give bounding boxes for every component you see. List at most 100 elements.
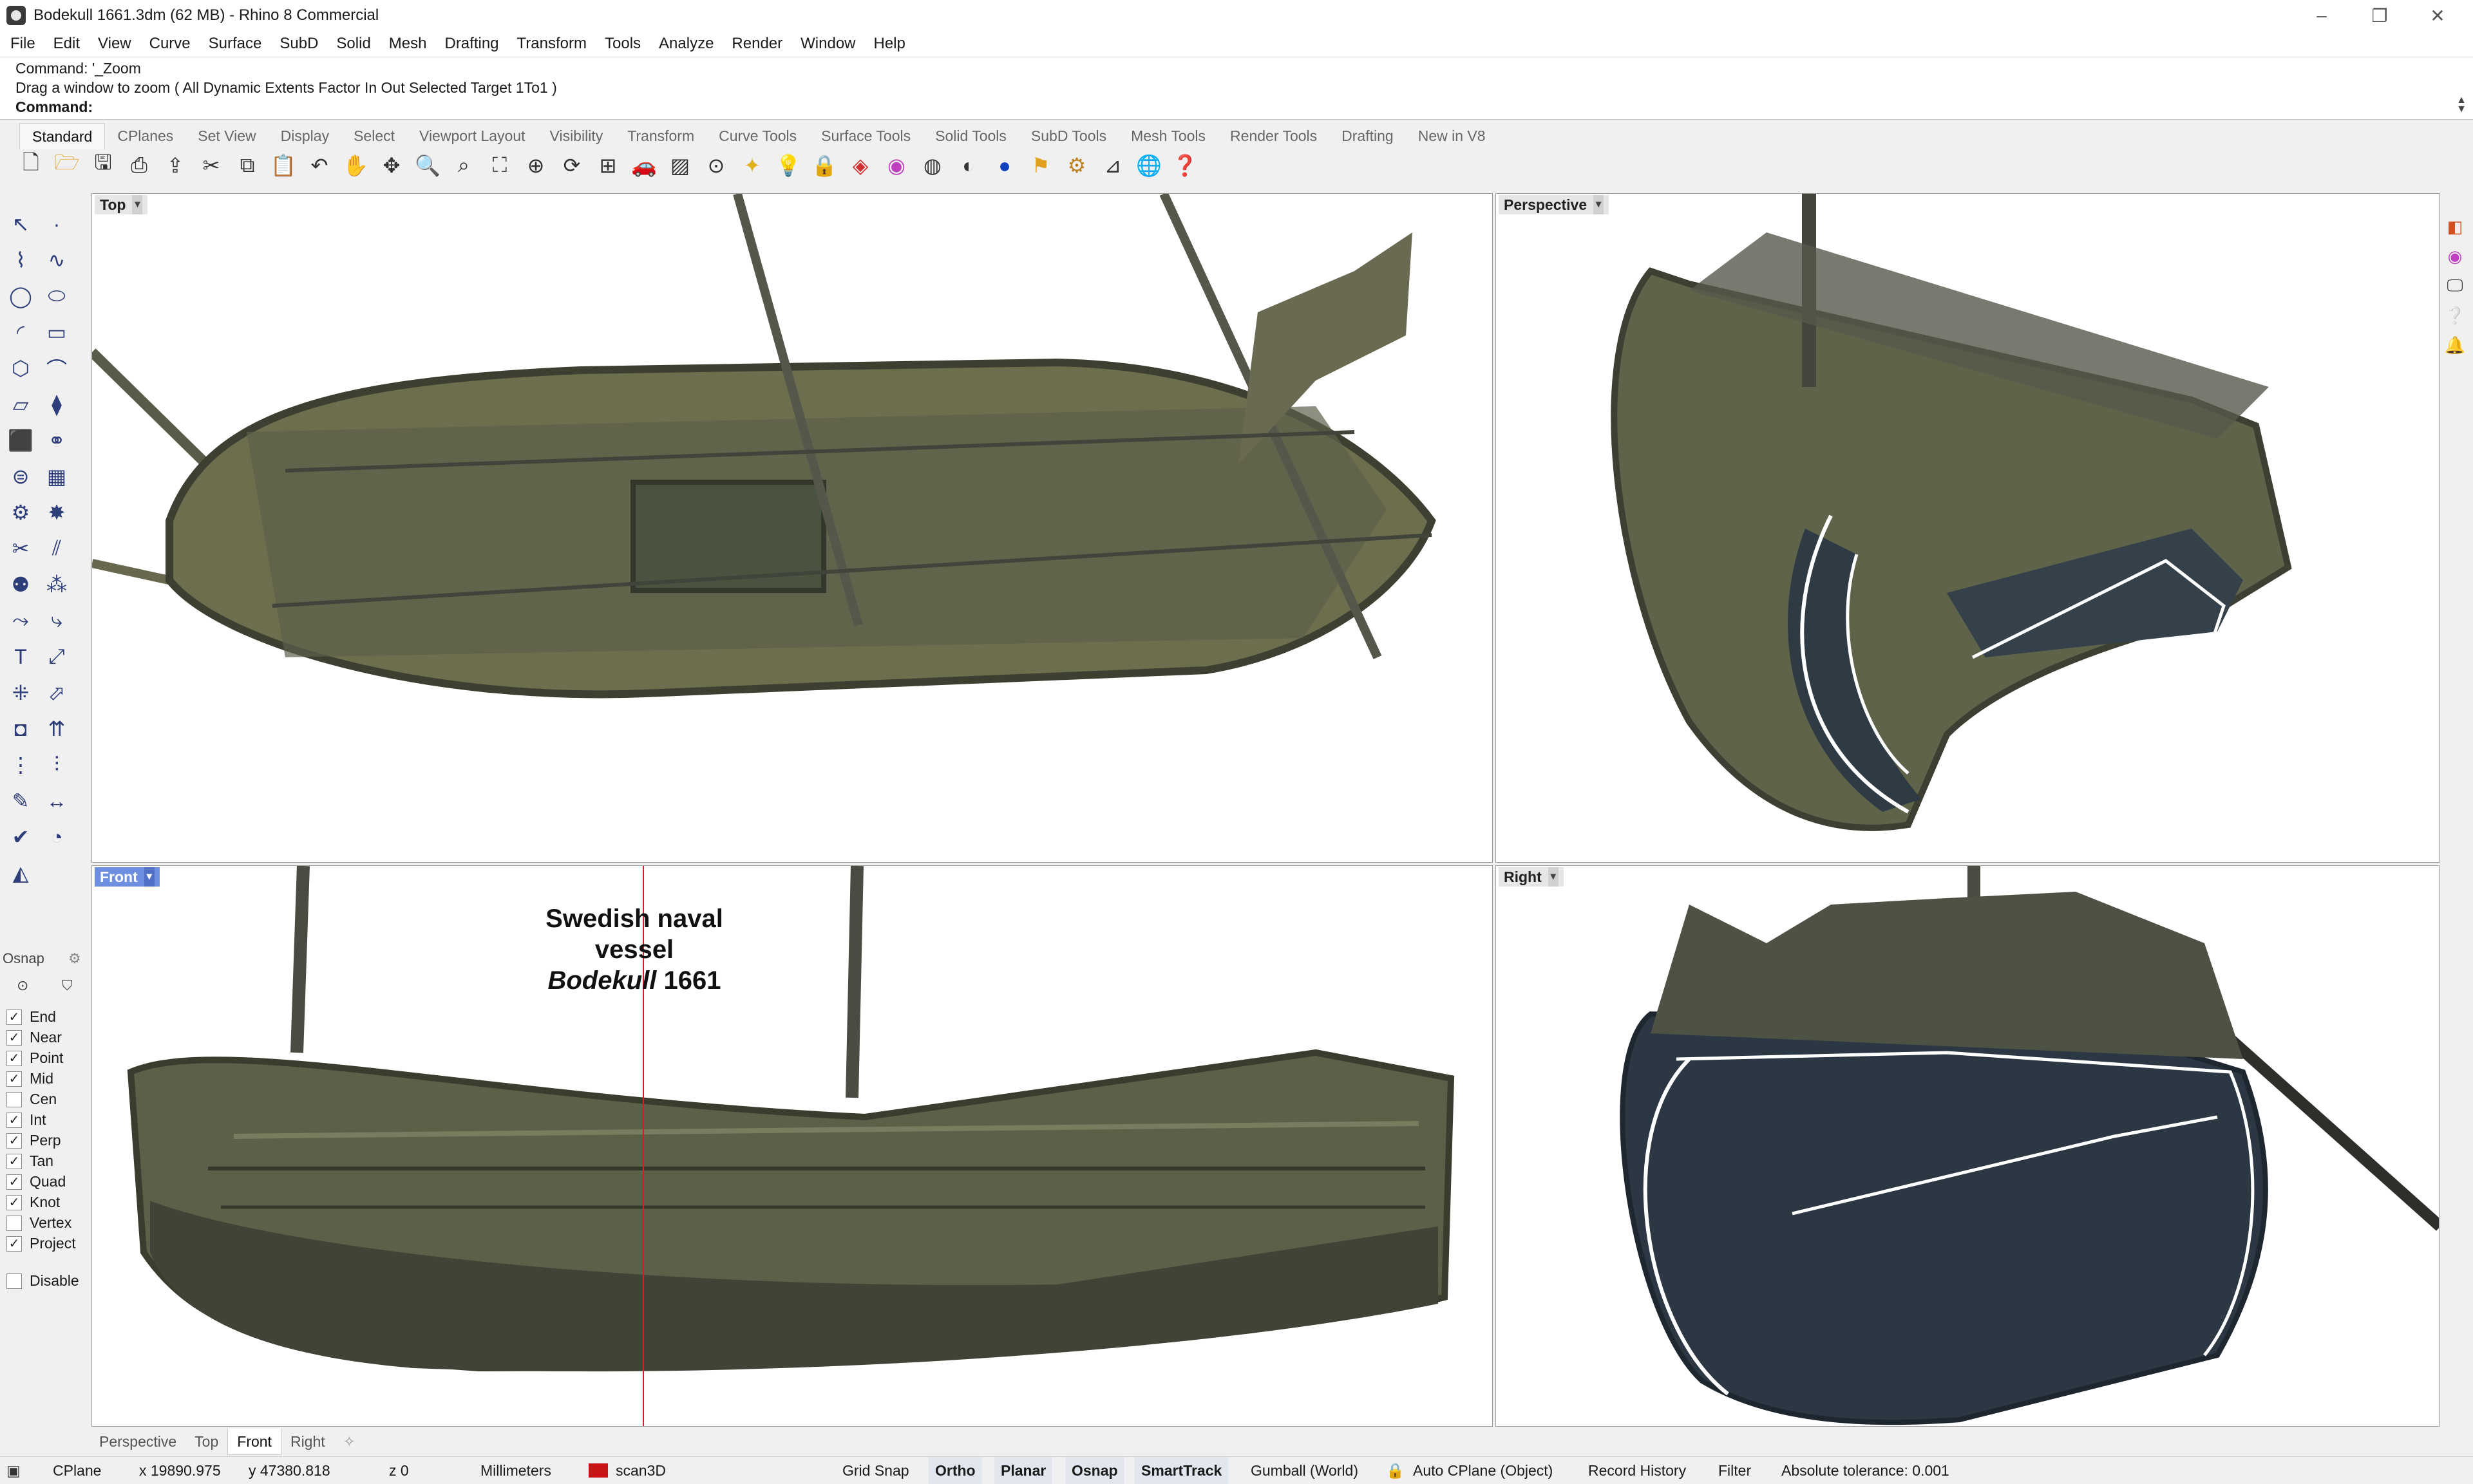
polyline-icon[interactable]: ⌇ <box>5 245 36 276</box>
checkbox[interactable]: ✓ <box>6 1174 22 1190</box>
align-icon[interactable]: ⫶ <box>41 749 72 780</box>
osnap-knot[interactable]: ✓ Knot <box>6 1194 60 1211</box>
menu-window[interactable]: Window <box>791 31 864 57</box>
checkbox[interactable]: ✓ <box>6 1235 22 1252</box>
checkbox[interactable]: ✓ <box>6 1029 22 1046</box>
zoom-icon[interactable]: 🔍 <box>413 151 442 180</box>
viewport-right[interactable]: Right ▾ <box>1495 865 2440 1427</box>
cut-icon[interactable]: ✂ <box>197 151 225 180</box>
viewport-label-perspective[interactable]: Perspective ▾ <box>1499 195 1609 214</box>
rectangle-icon[interactable]: ▭ <box>41 317 72 348</box>
offset-icon[interactable]: ⤳ <box>5 605 36 636</box>
osnap-target-icon[interactable]: ⊙ <box>17 977 28 994</box>
status-record-history[interactable]: Record History <box>1588 1457 1686 1484</box>
menu-tools[interactable]: Tools <box>596 31 650 57</box>
restore-button[interactable]: ❐ <box>2351 0 2409 31</box>
tab-transform[interactable]: Transform <box>615 123 706 149</box>
lock-icon[interactable]: 🔒 <box>1386 1457 1405 1484</box>
gear-icon[interactable]: ⚙ <box>5 497 36 528</box>
tab-display[interactable]: Display <box>269 123 341 149</box>
cplane-icon[interactable]: ⊙ <box>702 151 730 180</box>
osnap-project[interactable]: ✓ Project <box>6 1235 76 1252</box>
command-scroll-icon[interactable]: ▲ ▼ <box>2455 95 2468 115</box>
sphere-shaded-icon[interactable]: ◐ <box>954 151 983 180</box>
status-smarttrack[interactable]: SmartTrack <box>1135 1457 1229 1484</box>
polygon-icon[interactable]: ⬡ <box>5 353 36 384</box>
tab-render-tools[interactable]: Render Tools <box>1218 123 1329 149</box>
vptab-perspective[interactable]: Perspective <box>90 1429 185 1454</box>
menu-curve[interactable]: Curve <box>140 31 200 57</box>
menu-surface[interactable]: Surface <box>200 31 271 57</box>
extrude-icon[interactable]: ⇈ <box>41 713 72 744</box>
tab-curve-tools[interactable]: Curve Tools <box>706 123 809 149</box>
checkbox[interactable]: ✓ <box>6 1194 22 1210</box>
pan-icon[interactable]: ✋ <box>341 151 370 180</box>
viewport-label-right[interactable]: Right ▾ <box>1499 867 1564 887</box>
copy-icon[interactable]: ⧉ <box>233 151 261 180</box>
osnap-end[interactable]: ✓ End <box>6 1008 56 1026</box>
viewport-label-top[interactable]: Top ▾ <box>95 195 148 214</box>
help-panel-icon[interactable]: ❔ <box>2445 305 2465 326</box>
group-icon[interactable]: ⁂ <box>41 569 72 600</box>
status-layer[interactable]: scan3D <box>616 1457 666 1484</box>
check-icon[interactable]: ✔ <box>5 822 36 852</box>
menu-subd[interactable]: SubD <box>270 31 327 57</box>
render-tool-icon[interactable]: ◭ <box>5 858 36 888</box>
status-ortho[interactable]: Ortho <box>929 1457 982 1484</box>
color-wheel-icon[interactable]: ◉ <box>882 151 911 180</box>
notifications-icon[interactable]: 🔔 <box>2445 335 2465 355</box>
transform-icon[interactable]: ⬀ <box>41 677 72 708</box>
chevron-down-icon[interactable]: ▾ <box>1548 867 1559 887</box>
join-icon[interactable]: ⚉ <box>5 569 36 600</box>
menu-render[interactable]: Render <box>723 31 791 57</box>
checkbox[interactable]: ✓ <box>6 1050 22 1066</box>
tab-solid-tools[interactable]: Solid Tools <box>923 123 1019 149</box>
tab-drafting[interactable]: Drafting <box>1329 123 1406 149</box>
circle-icon[interactable]: ◯ <box>5 281 36 312</box>
light-icon[interactable]: ✦ <box>738 151 766 180</box>
surface-icon[interactable]: ▱ <box>5 389 36 420</box>
split-icon[interactable]: ⫽ <box>41 533 72 564</box>
status-grid-snap[interactable]: Grid Snap <box>842 1457 909 1484</box>
viewport-front[interactable]: Swedish naval vessel Bodekull 1661 Front… <box>91 865 1493 1427</box>
tab-select[interactable]: Select <box>341 123 407 149</box>
dimension-tool-icon[interactable]: ↔ <box>41 785 72 816</box>
arc-icon[interactable]: ◜ <box>5 317 36 348</box>
array-icon[interactable]: ⁜ <box>5 677 36 708</box>
status-auto-cplane[interactable]: Auto CPlane (Object) <box>1413 1457 1553 1484</box>
osnap-cen[interactable]: Cen <box>6 1091 57 1108</box>
checkbox[interactable] <box>6 1091 22 1107</box>
checkbox[interactable] <box>6 1215 22 1231</box>
osnap-near[interactable]: ✓ Near <box>6 1029 62 1046</box>
select-filter-icon[interactable]: ⚑ <box>1027 151 1055 180</box>
vptab-top[interactable]: Top <box>185 1429 227 1454</box>
menu-solid[interactable]: Solid <box>327 31 379 57</box>
menu-mesh[interactable]: Mesh <box>380 31 436 57</box>
osnap-vertex[interactable]: Vertex <box>6 1214 71 1232</box>
tab-subd-tools[interactable]: SubD Tools <box>1019 123 1119 149</box>
boolean-icon[interactable]: ⚭ <box>41 425 72 456</box>
import-icon[interactable]: ⇪ <box>161 151 189 180</box>
osnap-quad[interactable]: ✓ Quad <box>6 1173 66 1190</box>
open-icon[interactable]: 🗁 <box>53 151 81 180</box>
ellipse-icon[interactable]: ⬭ <box>41 281 72 312</box>
text-icon[interactable]: T <box>5 641 36 672</box>
checkbox[interactable]: ✓ <box>6 1071 22 1087</box>
close-button[interactable]: ✕ <box>2409 0 2467 31</box>
menu-file[interactable]: File <box>0 31 44 57</box>
minimize-button[interactable]: – <box>2293 0 2351 31</box>
status-planar[interactable]: Planar <box>994 1457 1053 1484</box>
layers-icon[interactable]: ◈ <box>846 151 875 180</box>
fillet-curve-icon[interactable]: ⌒ <box>41 353 72 384</box>
zoom-window-icon[interactable]: ⌕ <box>450 151 478 180</box>
mesh-icon[interactable]: ▦ <box>41 461 72 492</box>
save-icon[interactable]: 🖫 <box>89 151 117 180</box>
help-icon[interactable]: ❓ <box>1171 151 1199 180</box>
chevron-down-icon[interactable]: ▾ <box>1593 195 1604 214</box>
scale-icon[interactable]: ⤢ <box>41 641 72 672</box>
menu-view[interactable]: View <box>89 31 140 57</box>
tab-mesh-tools[interactable]: Mesh Tools <box>1119 123 1218 149</box>
display-panel-icon[interactable]: 🖵 <box>2445 276 2465 296</box>
menu-help[interactable]: Help <box>865 31 914 57</box>
status-units[interactable]: Millimeters <box>480 1457 551 1484</box>
